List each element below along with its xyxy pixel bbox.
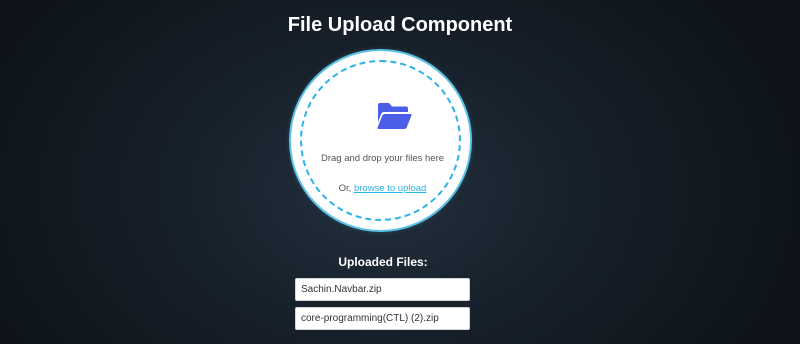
browse-prefix: Or, <box>338 183 354 194</box>
uploaded-file-item[interactable]: core-programming(CTL) (2).zip <box>295 307 470 330</box>
page-title: File Upload Component <box>287 14 513 36</box>
file-dropzone[interactable]: Drag and drop your files here Or, browse… <box>291 51 470 230</box>
folder-open-icon <box>376 102 412 130</box>
uploaded-file-item[interactable]: Sachin.Navbar.zip <box>295 278 470 301</box>
drop-instruction: Drag and drop your files here <box>320 153 445 164</box>
browse-line: Or, browse to upload <box>302 183 463 194</box>
uploaded-files-heading: Uploaded Files: <box>338 255 428 269</box>
browse-to-upload-link[interactable]: browse to upload <box>354 183 426 194</box>
uploaded-file-list: Sachin.Navbar.zip core-programming(CTL) … <box>295 278 470 336</box>
dropzone-dashed-border: Drag and drop your files here Or, browse… <box>300 60 461 221</box>
